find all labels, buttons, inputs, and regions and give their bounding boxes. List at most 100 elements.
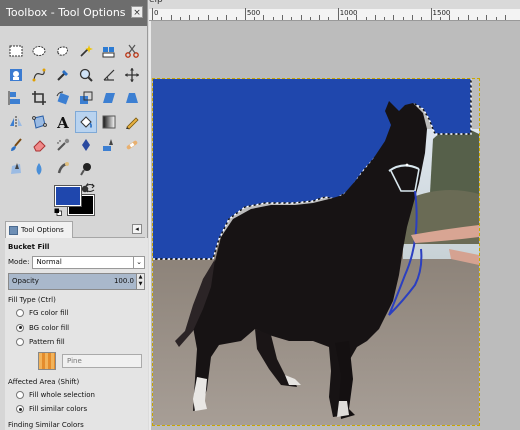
shear-icon bbox=[103, 93, 116, 103]
color-picker-tool-button[interactable] bbox=[52, 64, 74, 86]
image-canvas[interactable] bbox=[152, 78, 480, 426]
fuzzy-select-tool-button[interactable] bbox=[75, 40, 97, 62]
rotate-tool-button[interactable] bbox=[52, 87, 74, 109]
tab-tool-options-label: Tool Options bbox=[21, 226, 64, 234]
perspective-tool-button[interactable] bbox=[121, 87, 143, 109]
crop-icon bbox=[32, 91, 47, 105]
perspective-clone-tool-button[interactable] bbox=[5, 158, 27, 180]
bucket-fill-icon bbox=[80, 115, 92, 128]
scissors-select-tool-button[interactable] bbox=[121, 40, 143, 62]
foreground-select-icon bbox=[10, 68, 22, 81]
rect-select-tool-button[interactable] bbox=[5, 40, 27, 62]
free-select-icon bbox=[56, 46, 68, 56]
toolbox-titlebar[interactable]: Toolbox - Tool Options × bbox=[0, 0, 147, 26]
blur-tool-button[interactable] bbox=[28, 158, 50, 180]
fill-type-radio[interactable] bbox=[16, 338, 24, 347]
dock-menu-arrow-icon[interactable]: ◂ bbox=[132, 224, 142, 234]
pencil-tool-button[interactable] bbox=[121, 111, 143, 133]
affected-area-option[interactable]: Fill whole selection bbox=[8, 388, 145, 403]
close-icon[interactable]: × bbox=[131, 6, 143, 18]
ruler-tick bbox=[235, 17, 237, 20]
fill-type-option-label: FG color fill bbox=[29, 309, 69, 318]
ruler-tick bbox=[254, 17, 256, 20]
tool-options-tabbar: Tool Options ◂ bbox=[5, 221, 145, 238]
fill-type-option[interactable]: Pattern fill bbox=[8, 335, 145, 350]
rect-select-icon bbox=[9, 45, 23, 57]
crop-tool-button[interactable] bbox=[28, 87, 50, 109]
scale-tool-button[interactable] bbox=[75, 87, 97, 109]
move-tool-button[interactable] bbox=[121, 64, 143, 86]
paths-icon bbox=[32, 68, 46, 81]
affected-area-radio[interactable] bbox=[16, 405, 24, 414]
eraser-tool-button[interactable] bbox=[28, 134, 50, 156]
ruler-label: 0 bbox=[154, 9, 159, 17]
brush-pattern-icon[interactable] bbox=[80, 183, 90, 193]
pattern-name-field[interactable]: Pine bbox=[62, 353, 142, 368]
mode-select[interactable]: Normal ⌄ bbox=[32, 255, 145, 269]
airbrush-tool-button[interactable] bbox=[52, 134, 74, 156]
free-select-tool-button[interactable] bbox=[52, 40, 74, 62]
measure-tool-button[interactable] bbox=[98, 64, 120, 86]
smudge-icon bbox=[57, 161, 69, 173]
fill-type-option[interactable]: FG color fill bbox=[8, 306, 145, 321]
shear-tool-button[interactable] bbox=[98, 87, 120, 109]
ellipse-select-tool-button[interactable] bbox=[28, 40, 50, 62]
ruler-tick bbox=[226, 15, 228, 20]
paintbrush-tool-button[interactable] bbox=[5, 134, 27, 156]
ruler-tick bbox=[384, 17, 386, 20]
heal-icon bbox=[127, 140, 138, 150]
ruler-tick bbox=[393, 15, 395, 20]
affected-area-radio[interactable] bbox=[16, 390, 24, 399]
ellipse-select-icon bbox=[32, 46, 46, 56]
scale-icon bbox=[79, 91, 93, 104]
tab-tool-options[interactable]: Tool Options bbox=[5, 221, 73, 238]
bucket-fill-tool-button[interactable] bbox=[74, 110, 97, 133]
perspective-icon bbox=[126, 93, 139, 103]
dodge-burn-icon bbox=[80, 162, 91, 176]
opacity-spinner[interactable]: ▲ ▼ bbox=[136, 274, 144, 289]
pencil-icon bbox=[126, 116, 140, 130]
ruler-tick bbox=[458, 17, 460, 20]
affected-area-option[interactable]: Fill similar colors bbox=[8, 402, 145, 417]
flip-tool-button[interactable] bbox=[5, 111, 27, 133]
opacity-value: 100.0 bbox=[113, 277, 134, 285]
opacity-slider[interactable]: Opacity 100.0 ▲ ▼ bbox=[8, 273, 145, 290]
ruler-tick bbox=[244, 8, 246, 20]
tool-options-panel: Bucket Fill Mode: Normal ⌄ Opacity 100.0… bbox=[5, 238, 148, 430]
blend-tool-button[interactable] bbox=[98, 111, 120, 133]
ink-tool-button[interactable] bbox=[75, 134, 97, 156]
reset-colors-icon[interactable] bbox=[54, 208, 62, 216]
fill-type-label: Fill Type (Ctrl) bbox=[8, 296, 56, 304]
dodge-burn-tool-button[interactable] bbox=[75, 158, 97, 180]
ruler-tick bbox=[319, 15, 321, 20]
zoom-tool-button[interactable] bbox=[75, 64, 97, 86]
fuzzy-select-icon bbox=[80, 45, 93, 57]
ruler-tick bbox=[170, 15, 172, 20]
select-by-color-tool-button[interactable] bbox=[98, 40, 120, 62]
heal-tool-button[interactable] bbox=[121, 134, 143, 156]
horizontal-ruler[interactable]: 0 500 1000 1500 bbox=[149, 8, 520, 21]
chevron-down-icon[interactable]: ⌄ bbox=[133, 256, 144, 268]
ruler-tick bbox=[291, 17, 293, 20]
fill-type-option[interactable]: BG color fill bbox=[8, 321, 145, 336]
ruler-tick bbox=[467, 15, 469, 20]
align-tool-button[interactable] bbox=[5, 87, 27, 109]
paths-tool-button[interactable] bbox=[28, 64, 50, 86]
pattern-preview[interactable] bbox=[38, 351, 56, 370]
image-window: elp 0 500 1000 1500 bbox=[149, 0, 520, 430]
foreground-select-tool-button[interactable] bbox=[5, 64, 27, 86]
fill-type-radio[interactable] bbox=[16, 323, 24, 332]
clone-tool-button[interactable] bbox=[98, 134, 120, 156]
mode-label: Mode: bbox=[8, 258, 30, 266]
menu-help-fragment[interactable]: elp bbox=[149, 0, 163, 5]
blur-icon bbox=[36, 162, 42, 175]
blend-icon bbox=[102, 115, 116, 128]
smudge-tool-button[interactable] bbox=[52, 158, 74, 180]
foreground-color-swatch[interactable] bbox=[54, 185, 82, 207]
cage-transform-tool-button[interactable] bbox=[28, 111, 50, 133]
ruler-tick bbox=[198, 17, 200, 20]
rotate-icon bbox=[56, 91, 69, 105]
fill-type-radio[interactable] bbox=[16, 309, 24, 318]
ruler-tick bbox=[430, 8, 432, 20]
text-tool-button[interactable]: A bbox=[52, 111, 74, 133]
